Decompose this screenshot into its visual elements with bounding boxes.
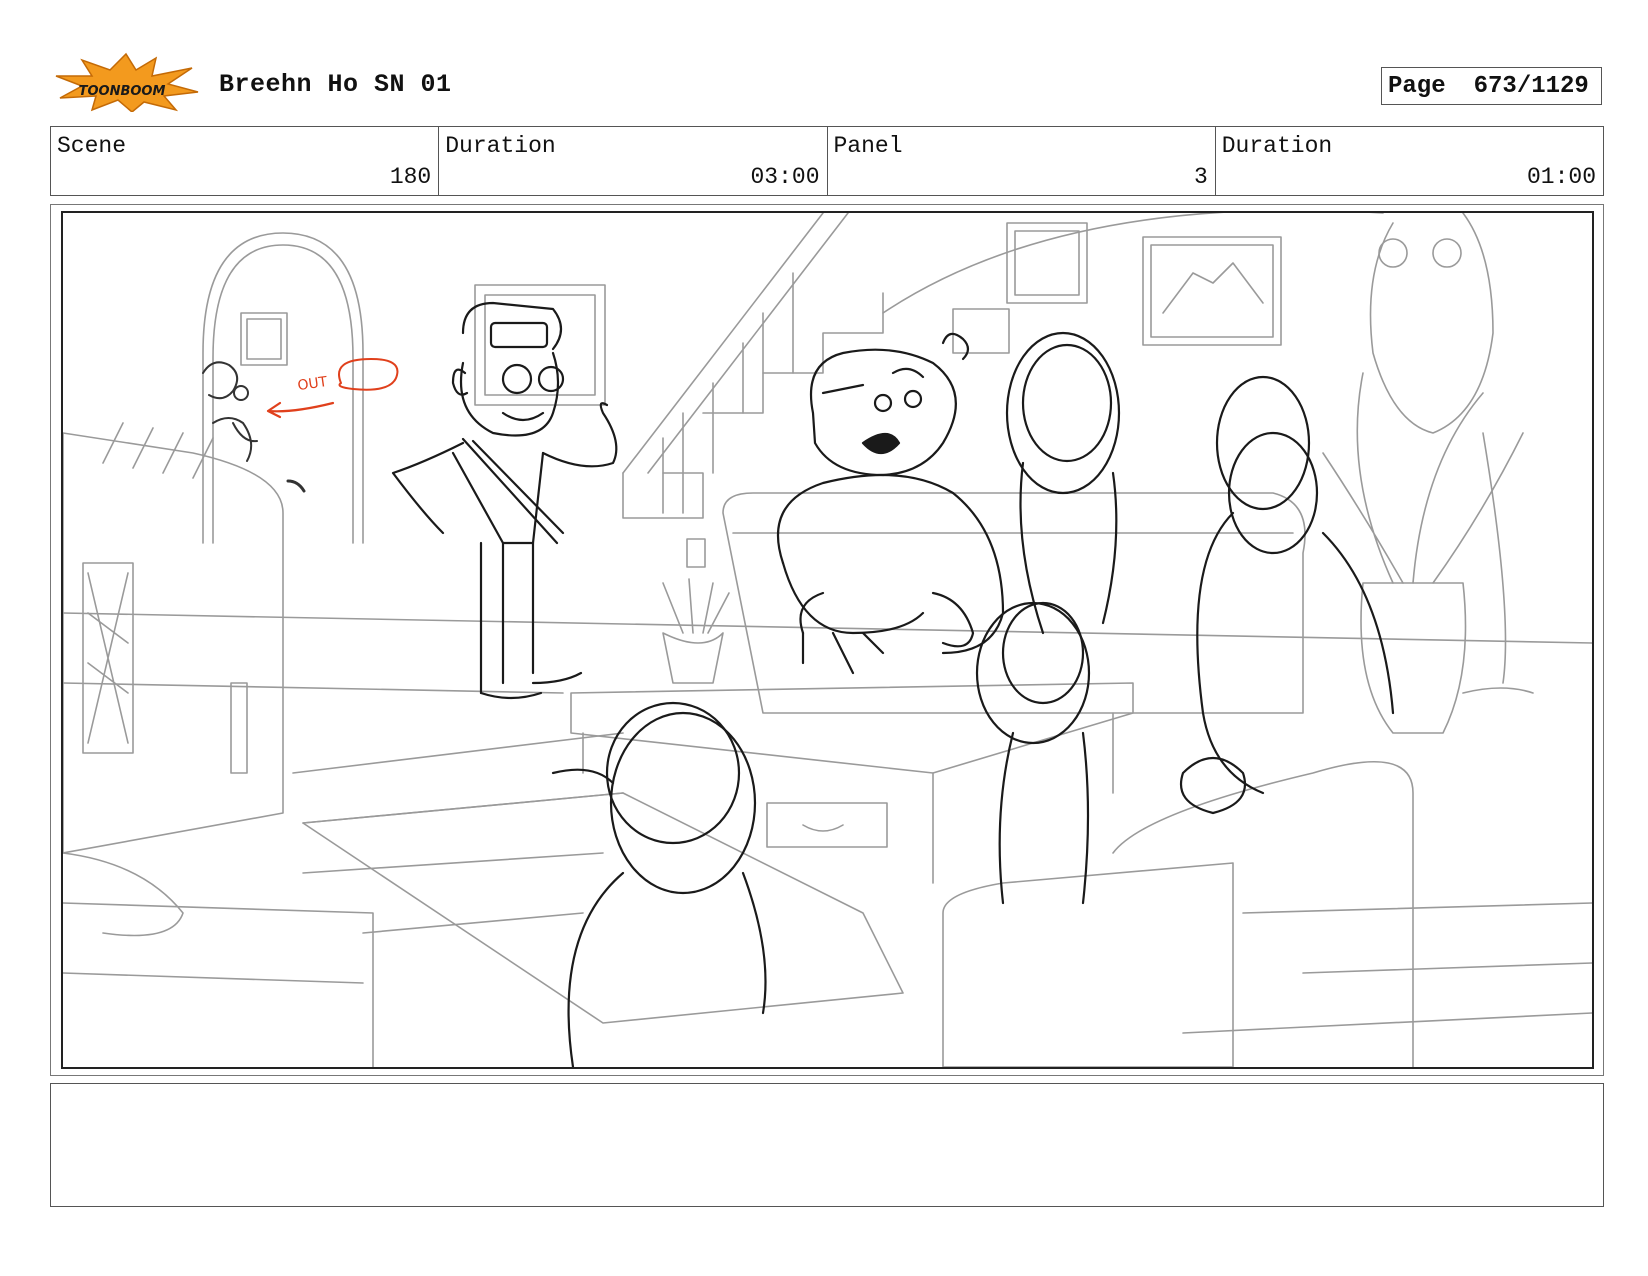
scene-value: 180 xyxy=(389,164,432,190)
project-title: Breehn Ho SN 01 xyxy=(219,70,452,99)
scene-duration-cell: Duration 03:00 xyxy=(439,127,828,195)
rough-figure-sketches xyxy=(551,331,1395,1067)
storyboard-panel-image: OUT xyxy=(61,211,1594,1069)
page-value: 673/1129 xyxy=(1473,72,1589,100)
room-background-sketch xyxy=(63,213,1592,1067)
panel-notes-box xyxy=(50,1083,1604,1207)
panel-value: 3 xyxy=(1193,164,1208,190)
standing-man-sketch xyxy=(391,301,618,700)
scene-info-row: Scene 180 Duration 03:00 Panel 3 Duratio… xyxy=(50,126,1604,196)
annotation-out: OUT xyxy=(266,358,399,419)
panel-duration-cell: Duration 01:00 xyxy=(1216,127,1603,195)
panel-duration-value: 01:00 xyxy=(1526,164,1596,190)
scene-duration-label: Duration xyxy=(445,133,556,159)
page-indicator: Page 673/1129 xyxy=(1381,67,1602,105)
central-character-sketch xyxy=(776,332,1005,675)
scene-label: Scene xyxy=(57,133,127,159)
logo-text: TOONBOOM xyxy=(79,84,166,99)
page-label: Page xyxy=(1388,72,1446,100)
scene-duration-value: 03:00 xyxy=(750,164,820,190)
panel-label: Panel xyxy=(833,133,903,159)
scene-cell: Scene 180 xyxy=(51,127,440,195)
toon-boom-logo: TOONBOOM xyxy=(52,52,200,113)
annotation-out-text: OUT xyxy=(297,374,329,394)
peeking-character-sketch xyxy=(202,361,306,493)
panel-cell: Panel 3 xyxy=(828,127,1216,195)
panel-duration-label: Duration xyxy=(1221,133,1333,159)
